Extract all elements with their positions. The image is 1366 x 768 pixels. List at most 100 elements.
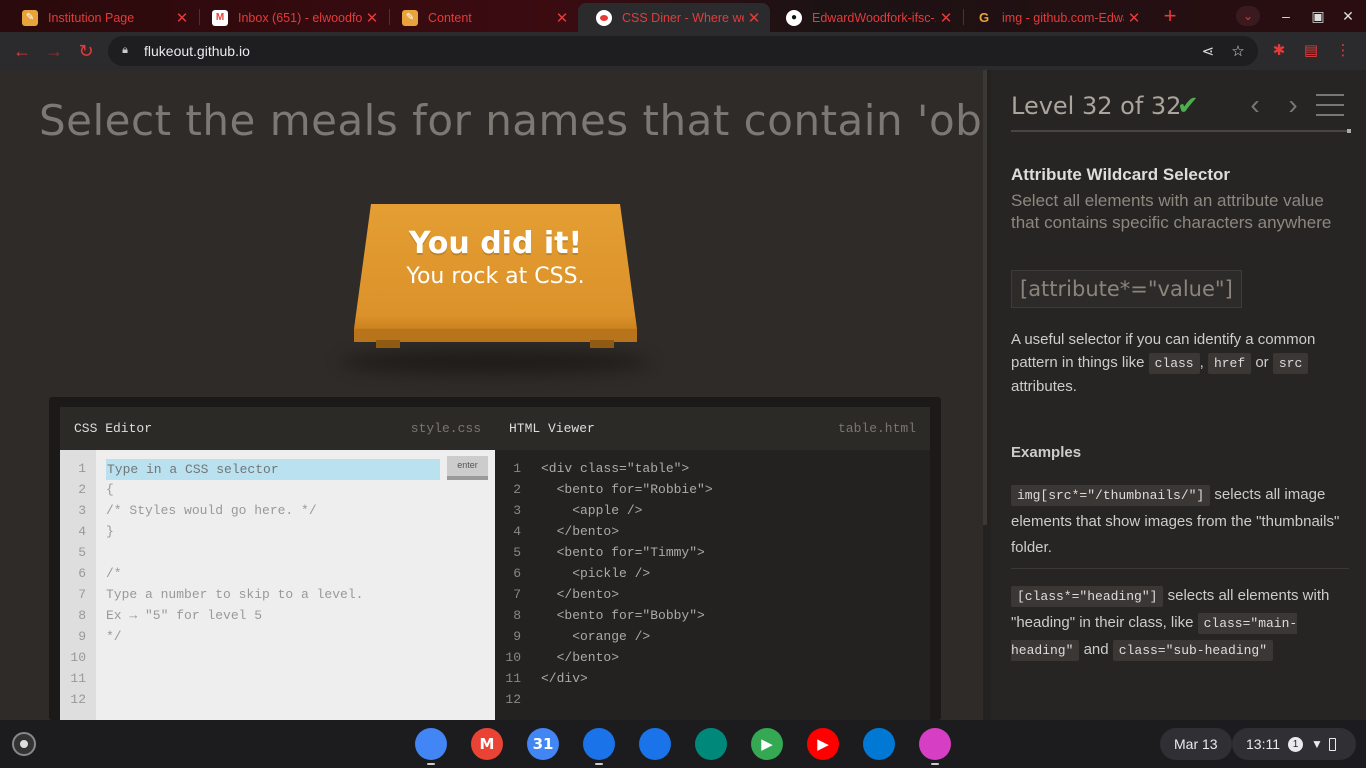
tab-github-repo[interactable]: ● EdwardWoodfork-ifsc-1 ✕ <box>768 3 962 32</box>
code-line: <div class="table"> <box>541 461 690 476</box>
css-selector-input[interactable] <box>106 459 440 480</box>
code-line: <pickle /> <box>541 566 651 581</box>
close-tab-icon[interactable]: ✕ <box>172 9 192 27</box>
panel-splitter[interactable] <box>983 70 991 720</box>
code-line: /* <box>106 566 122 581</box>
youtube-icon[interactable]: ▶ <box>807 728 839 760</box>
maximize-button[interactable]: ▣ <box>1306 6 1330 26</box>
line-number: 11 <box>70 671 86 686</box>
level-menu-icon[interactable] <box>1316 94 1344 118</box>
tab-css-diner[interactable]: CSS Diner - Where we fe ✕ <box>578 3 770 32</box>
more-menu-icon[interactable]: ⋮ <box>1332 40 1354 62</box>
minimize-button[interactable]: – <box>1274 6 1298 26</box>
share-icon[interactable]: ⋖ <box>1198 42 1218 62</box>
line-number: 4 <box>78 524 86 539</box>
back-arrow-icon[interactable]: ← <box>10 39 34 63</box>
new-tab-button[interactable]: + <box>1158 5 1182 27</box>
forward-arrow-icon[interactable]: → <box>42 39 66 63</box>
css-diner-icon <box>596 9 612 26</box>
tab-title: EdwardWoodfork-ifsc-1 <box>812 10 936 25</box>
close-tab-icon[interactable]: ✕ <box>552 9 572 27</box>
extension-puzzle-icon[interactable]: ✱ <box>1268 40 1290 62</box>
hint-code-href: href <box>1207 353 1252 374</box>
win-message-title: You did it! <box>408 226 583 261</box>
side-panel-icon[interactable]: ▤ <box>1300 40 1322 62</box>
chrome-icon[interactable] <box>415 728 447 760</box>
tab-title: CSS Diner - Where we fe <box>622 10 744 25</box>
bookmark-star-icon[interactable]: ☆ <box>1228 42 1248 62</box>
github-icon: ● <box>786 9 802 26</box>
code-line: { <box>106 482 114 497</box>
scrollbar-thumb[interactable] <box>983 70 987 525</box>
line-number: 8 <box>78 608 86 623</box>
gmail-icon[interactable]: M <box>471 728 503 760</box>
vscode-icon[interactable] <box>863 728 895 760</box>
code-line: Ex → "5" for level 5 <box>106 608 263 623</box>
pencil-document-icon: ✎ <box>402 9 418 26</box>
example-1: img[src*="/thumbnails/"] selects all ima… <box>1011 482 1351 561</box>
previous-level-arrow-icon[interactable]: ‹ <box>1243 90 1267 120</box>
close-tab-icon[interactable]: ✕ <box>1124 9 1144 27</box>
html-markup-text[interactable]: <div class="table"> <bento for="Robbie">… <box>541 458 713 689</box>
close-tab-icon[interactable]: ✕ <box>936 9 956 27</box>
meet-icon[interactable] <box>695 728 727 760</box>
example-2: [class*="heading"] selects all elements … <box>1011 583 1351 664</box>
battery-icon <box>1328 737 1336 751</box>
checkmark-icon: ✔ <box>1177 90 1199 120</box>
code-line: Type a number to skip to a level. <box>106 587 364 602</box>
play-store-icon[interactable]: ▶ <box>751 728 783 760</box>
hint-code-class: class <box>1148 353 1200 374</box>
address-bar[interactable]: 🔒︎ flukeout.github.io ⋖ ☆ <box>108 36 1258 66</box>
files-icon[interactable] <box>583 728 615 760</box>
canvas-icon[interactable] <box>919 728 951 760</box>
tab-inbox[interactable]: M Inbox (651) - elwoodfor ✕ <box>194 3 388 32</box>
code-line: <orange /> <box>541 629 651 644</box>
launcher-button[interactable] <box>12 732 36 756</box>
tab-title: Content <box>428 10 472 25</box>
line-number: 7 <box>78 587 86 602</box>
html-viewer-title: HTML Viewer <box>509 421 595 436</box>
selector-name: Attribute Wildcard Selector <box>1011 165 1230 184</box>
tab-content[interactable]: ✎ Content ✕ <box>384 3 578 32</box>
example-2-code: [class*="heading"] <box>1011 586 1164 607</box>
enter-button[interactable]: enter <box>447 456 488 480</box>
status-tray[interactable]: 13:11 1 ▼ <box>1232 728 1356 760</box>
close-tab-icon[interactable]: ✕ <box>362 9 382 27</box>
reload-icon[interactable]: ↻ <box>74 39 98 63</box>
line-number: 2 <box>513 482 521 497</box>
line-number: 5 <box>78 545 86 560</box>
page-content: Select the meals for names that contain … <box>0 70 1366 720</box>
table-top: You did it! You rock at CSS. <box>354 204 637 329</box>
next-level-arrow-icon[interactable]: › <box>1281 90 1305 120</box>
tab-title: Inbox (651) - elwoodfor <box>238 10 362 25</box>
level-sidebar: Level 32 of 32 ✔ ‹ › Attribute Wildcard … <box>991 70 1366 720</box>
code-line: </bento> <box>541 650 620 665</box>
line-number: 7 <box>513 587 521 602</box>
line-number: 1 <box>78 461 86 476</box>
url-text[interactable]: flukeout.github.io <box>144 43 250 59</box>
table-leg <box>590 340 614 348</box>
code-line: /* Styles would go here. */ <box>106 503 317 518</box>
notification-badge: 1 <box>1288 736 1303 752</box>
close-window-button[interactable]: ✕ <box>1336 6 1360 26</box>
messages-icon[interactable] <box>639 728 671 760</box>
selector-syntax: [attribute*="value"] <box>1011 270 1242 308</box>
table-leg <box>376 340 400 348</box>
html-line-numbers: 1 2 3 4 5 6 7 8 9 10 11 12 <box>495 450 531 720</box>
tab-img-github[interactable]: G img - github.com-Edwa ✕ <box>958 3 1150 32</box>
tab-search-button[interactable]: ⌄ <box>1236 6 1260 26</box>
tab-title: Institution Page <box>48 10 135 25</box>
close-tab-icon[interactable]: ✕ <box>744 9 764 27</box>
game-table: You did it! You rock at CSS. <box>354 204 637 348</box>
html-viewer-pane: HTML Viewer table.html 1 2 3 4 5 6 7 8 9 10 11 12 <… <box>495 407 930 720</box>
calendar-icon[interactable]: 31 <box>527 728 559 760</box>
html-viewer-header: HTML Viewer table.html <box>495 407 930 450</box>
wifi-icon: ▼ <box>1311 737 1323 751</box>
date-tray[interactable]: Mar 13 <box>1160 728 1232 760</box>
clock: 13:11 <box>1246 736 1280 752</box>
css-editor-pane: CSS Editor style.css 123456789101112 ent… <box>60 407 495 720</box>
line-number: 4 <box>513 524 521 539</box>
line-number: 6 <box>513 566 521 581</box>
tab-institution-page[interactable]: ✎ Institution Page ✕ <box>4 3 198 32</box>
